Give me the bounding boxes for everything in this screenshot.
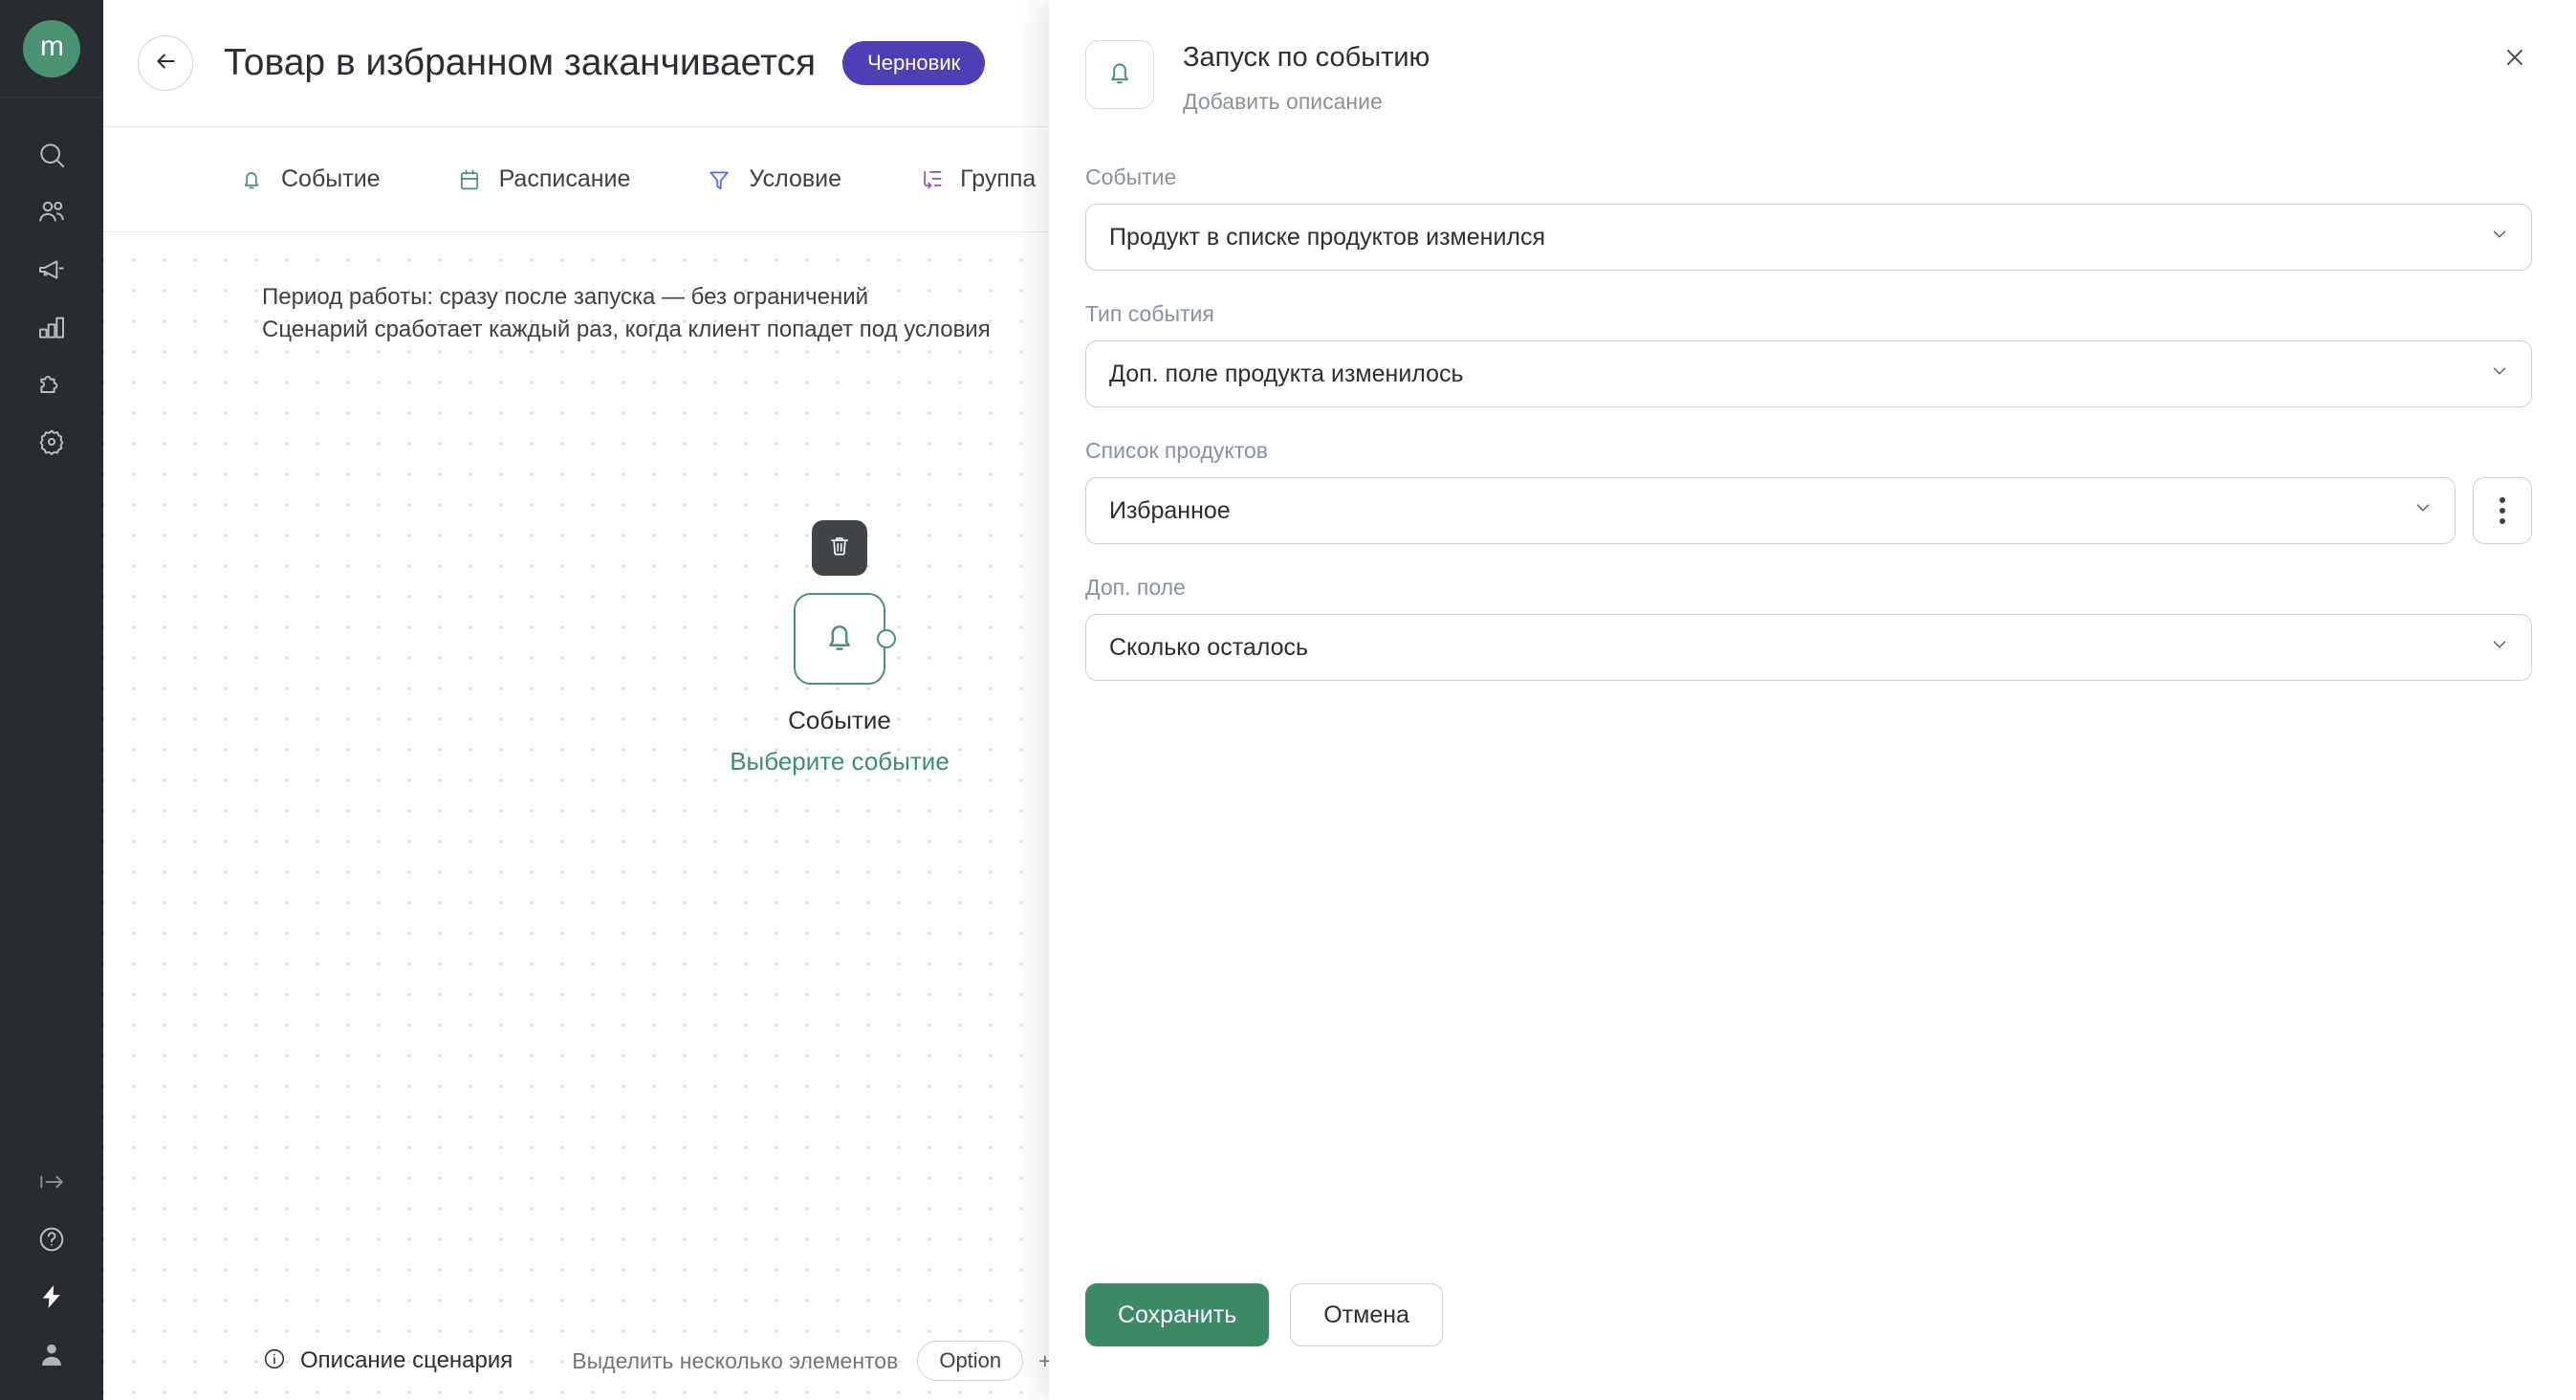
sidebar-item-scenarios[interactable]	[0, 1268, 103, 1325]
logo-mark: m	[23, 19, 80, 77]
node-title: Событие	[788, 706, 891, 734]
extra-field-select-value: Сколько осталось	[1109, 633, 1309, 661]
page-title: Товар в избранном заканчивается	[224, 42, 817, 83]
panel-add-description-link[interactable]: Добавить описание	[1183, 89, 1430, 115]
node-select-event-link[interactable]: Выберите событие	[730, 747, 950, 777]
back-button[interactable]	[138, 35, 193, 91]
tab-schedule-label: Расписание	[498, 165, 631, 192]
sidebar-item-search[interactable]	[0, 126, 103, 184]
bell-icon	[1103, 56, 1136, 94]
sidebar-primary-nav	[0, 98, 103, 470]
panel-form: Событие Продукт в списке продуктов измен…	[1049, 115, 2576, 1283]
panel-close-button[interactable]	[2496, 40, 2534, 78]
account-icon	[36, 1339, 67, 1369]
app-logo[interactable]: m	[0, 0, 103, 98]
trash-icon	[827, 534, 852, 563]
field-event: Событие Продукт в списке продуктов измен…	[1085, 164, 2532, 271]
tab-condition-label: Условие	[749, 165, 842, 192]
sidebar-item-integrations[interactable]	[0, 356, 103, 413]
field-event-label: Событие	[1085, 164, 1177, 189]
panel-header-text: Запуск по событию Добавить описание	[1183, 40, 1430, 115]
sidebar-item-settings[interactable]	[0, 413, 103, 470]
puzzle-icon	[36, 369, 67, 400]
cancel-button[interactable]: Отмена	[1290, 1283, 1443, 1346]
field-product-list: Список продуктов Избранное	[1085, 438, 2532, 544]
field-event-type-label: Тип события	[1085, 301, 1214, 326]
panel-actions: Сохранить Отмена	[1049, 1283, 2576, 1400]
arrow-left-icon	[153, 49, 178, 78]
scenario-description-label: Описание сценария	[300, 1347, 513, 1373]
filter-icon	[705, 165, 733, 194]
kbd-option: Option	[917, 1341, 1024, 1381]
sidebar-item-profile[interactable]	[0, 1325, 103, 1383]
bell-icon	[237, 165, 266, 194]
extra-field-select[interactable]: Сколько осталось	[1085, 614, 2532, 681]
canvas-note-line-2: Сценарий сработает каждый раз, когда кли…	[262, 317, 991, 343]
panel-icon-box	[1085, 40, 1154, 109]
panel-title: Запуск по событию	[1183, 42, 1430, 73]
field-extra-field-label: Доп. поле	[1085, 575, 1186, 600]
product-list-more-button[interactable]	[2473, 477, 2532, 544]
sidebar-item-clients[interactable]	[0, 184, 103, 241]
field-event-type: Тип события Доп. поле продукта изменилос…	[1085, 301, 2532, 407]
more-vertical-icon	[2500, 497, 2505, 524]
chevron-down-icon	[2489, 361, 2510, 388]
logout-icon	[36, 1167, 67, 1197]
event-type-select-value: Доп. поле продукта изменилось	[1109, 360, 1464, 387]
canvas-note-line-1: Период работы: сразу после запуска — без…	[262, 284, 869, 310]
tab-schedule[interactable]: Расписание	[455, 165, 631, 194]
bar-chart-icon	[36, 312, 67, 342]
megaphone-icon	[36, 254, 67, 285]
bell-icon	[819, 617, 860, 662]
canvas-period-note: Период работы: сразу после запуска — без…	[262, 281, 991, 346]
field-product-list-label: Список продуктов	[1085, 438, 1268, 463]
group-icon	[916, 165, 945, 194]
main-area: Товар в избранном заканчивается Черновик…	[103, 0, 2576, 1400]
tab-group[interactable]: Группа	[916, 165, 1036, 194]
users-icon	[36, 197, 67, 228]
sidebar-item-campaigns[interactable]	[0, 241, 103, 298]
node-icon-box[interactable]	[794, 593, 896, 685]
event-select[interactable]: Продукт в списке продуктов изменился	[1085, 204, 2532, 271]
tab-event-label: Событие	[281, 165, 381, 192]
node-output-port[interactable]	[877, 629, 896, 648]
app-root: m Товар в избранном заканчивается Чернов…	[0, 0, 2576, 1400]
status-badge: Черновик	[842, 41, 986, 85]
chevron-down-icon	[2489, 634, 2510, 662]
gear-icon	[36, 427, 67, 457]
search-icon	[36, 140, 67, 170]
tab-condition[interactable]: Условие	[705, 165, 841, 194]
field-extra-field: Доп. поле Сколько осталось	[1085, 575, 2532, 681]
event-type-select[interactable]: Доп. поле продукта изменилось	[1085, 340, 2532, 407]
field-event-row: Продукт в списке продуктов изменился	[1085, 204, 2532, 271]
field-extra-field-row: Сколько осталось	[1085, 614, 2532, 681]
left-sidebar: m	[0, 0, 103, 1400]
panel-header: Запуск по событию Добавить описание	[1049, 0, 2576, 115]
node-delete-button[interactable]	[812, 520, 867, 576]
help-icon	[36, 1224, 67, 1255]
field-product-list-row: Избранное	[1085, 477, 2532, 544]
chevron-down-icon	[2412, 497, 2434, 525]
chevron-down-icon	[2489, 224, 2510, 252]
tab-group-label: Группа	[960, 165, 1037, 192]
event-settings-panel: Запуск по событию Добавить описание Собы…	[1049, 0, 2576, 1400]
field-event-type-row: Доп. поле продукта изменилось	[1085, 340, 2532, 407]
calendar-icon	[455, 165, 484, 194]
event-select-value: Продукт в списке продуктов изменился	[1109, 223, 1546, 251]
info-icon	[262, 1346, 287, 1376]
sidebar-secondary-nav	[0, 1125, 103, 1400]
scenario-description-button[interactable]: Описание сценария	[262, 1346, 513, 1376]
save-button[interactable]: Сохранить	[1085, 1283, 1270, 1346]
lightning-icon	[36, 1281, 67, 1312]
canvas-node-event[interactable]: Событие Выберите событие	[706, 520, 973, 777]
sidebar-item-logout[interactable]	[0, 1153, 103, 1211]
tab-event[interactable]: Событие	[237, 165, 381, 194]
product-list-select[interactable]: Избранное	[1085, 477, 2456, 544]
sidebar-item-analytics[interactable]	[0, 298, 103, 356]
multiselect-hint-label: Выделить несколько элементов	[572, 1347, 899, 1373]
product-list-select-value: Избранное	[1109, 496, 1231, 524]
close-icon	[2502, 45, 2527, 75]
sidebar-item-help[interactable]	[0, 1211, 103, 1268]
